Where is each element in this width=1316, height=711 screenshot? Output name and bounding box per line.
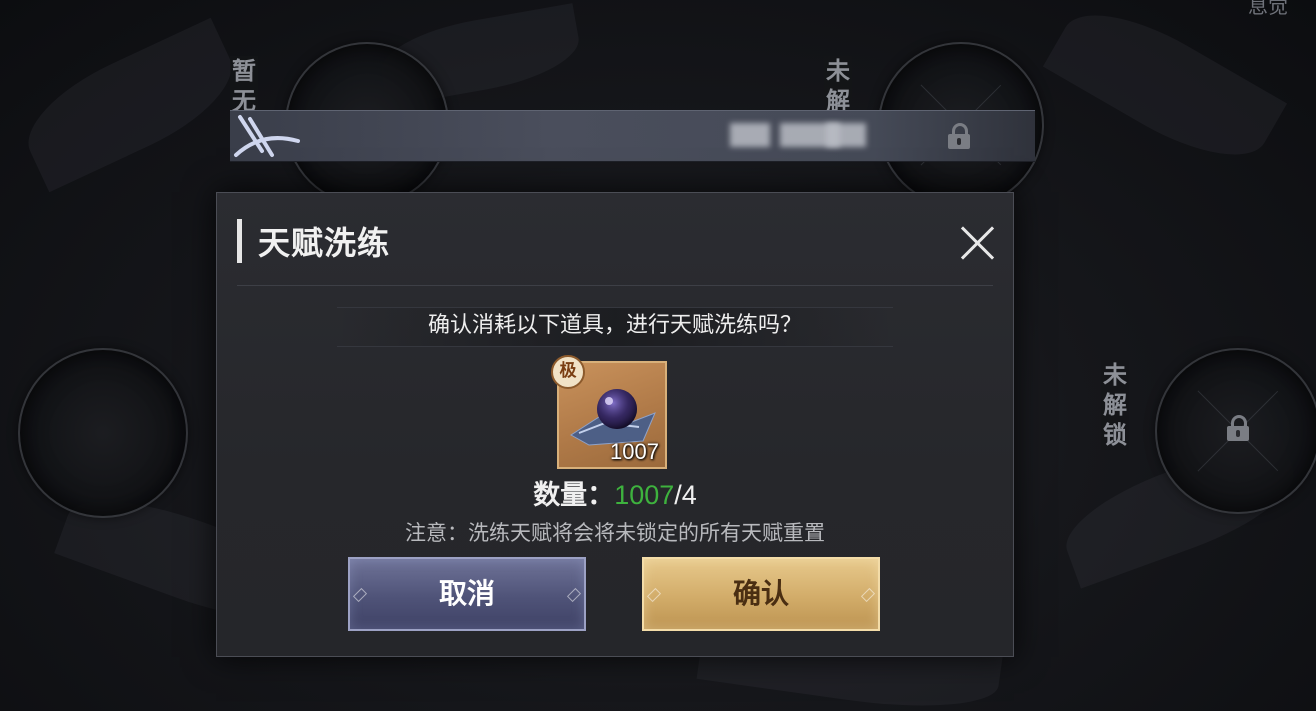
game-screen: 息觉 暂无 未解 未解锁 天赋洗练 确认消耗以下道具，进行天赋洗练吗？ 极 10…: [0, 0, 1316, 711]
blurred-text: [730, 123, 770, 147]
confirm-prompt: 确认消耗以下道具，进行天赋洗练吗？: [427, 313, 802, 338]
talent-reroll-dialog: 天赋洗练 确认消耗以下道具，进行天赋洗练吗？ 极 1007 数量：1007/4 …: [216, 192, 1014, 657]
dialog-title: 天赋洗练: [258, 224, 391, 262]
close-icon[interactable]: [957, 221, 997, 261]
slot-status-label: 未解锁: [1101, 360, 1129, 450]
lock-icon: [948, 123, 970, 149]
title-accent-bar: [237, 219, 242, 263]
dialog-header: 天赋洗练: [237, 219, 390, 263]
cancel-button-label: 取消: [438, 577, 495, 610]
grade-badge: 极: [551, 355, 585, 389]
quantity-line: 数量：1007/4: [217, 475, 1013, 516]
lock-icon: [1227, 415, 1249, 441]
quantity-have: 1007: [614, 480, 675, 510]
top-right-label: 息觉: [1248, 0, 1288, 18]
item-slot[interactable]: 极 1007: [551, 355, 667, 469]
bg-leaf: [11, 17, 249, 193]
talent-name-bar: [230, 110, 1035, 162]
confirm-button[interactable]: 确认: [642, 557, 880, 631]
blurred-text: [826, 123, 866, 147]
talent-slot-ring[interactable]: [18, 348, 188, 518]
quantity-label: 数量：: [533, 480, 615, 511]
slot-status-label: 暂无: [230, 56, 258, 116]
warning-note: 注意：洗练天赋将会将未锁定的所有天赋重置: [405, 521, 825, 545]
quantity-need: /4: [674, 480, 697, 510]
confirm-button-label: 确认: [732, 577, 789, 610]
header-divider: [237, 285, 993, 286]
item-count: 1007: [610, 439, 659, 464]
brush-emblem-icon: [234, 115, 300, 157]
cancel-button[interactable]: 取消: [348, 557, 586, 631]
bg-leaf: [1042, 0, 1288, 182]
slot-status-label: 未解: [824, 56, 852, 116]
